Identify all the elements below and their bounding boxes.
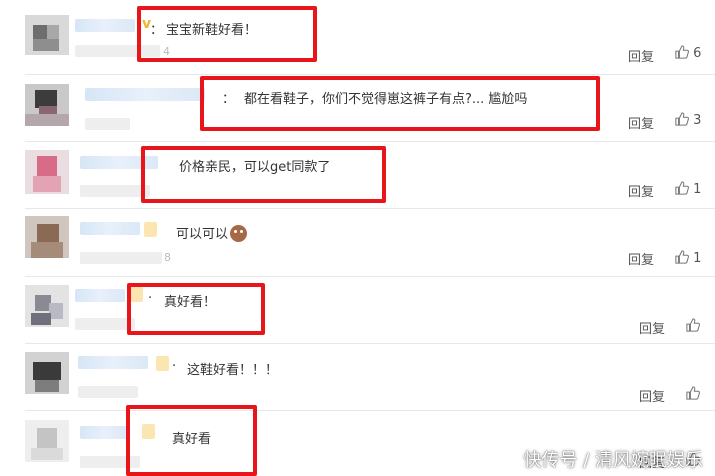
like-button[interactable]: 6 bbox=[675, 45, 701, 61]
divider bbox=[25, 343, 715, 344]
avatar[interactable] bbox=[25, 420, 69, 462]
avatar[interactable] bbox=[25, 150, 69, 194]
timestamp-blurred bbox=[80, 252, 162, 264]
avatar[interactable] bbox=[25, 216, 69, 258]
timestamp-blurred bbox=[80, 185, 150, 197]
highlight-box bbox=[126, 405, 257, 476]
username-blurred[interactable] bbox=[80, 222, 140, 235]
like-count: 1 bbox=[693, 251, 702, 266]
avatar[interactable] bbox=[25, 15, 69, 55]
reply-button[interactable]: 回复 bbox=[639, 318, 665, 337]
like-count: 1 bbox=[693, 182, 702, 197]
username-blurred[interactable] bbox=[85, 88, 205, 101]
like-button[interactable]: 1 bbox=[675, 181, 701, 197]
divider bbox=[25, 276, 715, 277]
member-badge-icon bbox=[144, 222, 157, 237]
reply-button[interactable]: 回复 bbox=[639, 386, 665, 405]
timestamp-blurred bbox=[78, 386, 138, 398]
comment-text-content: 可以可以 bbox=[176, 227, 229, 242]
thumbs-up-icon bbox=[686, 318, 700, 332]
timestamp-blurred bbox=[75, 318, 135, 330]
highlight-box bbox=[137, 6, 317, 62]
highlight-box bbox=[141, 146, 386, 203]
reply-button[interactable]: 回复 bbox=[628, 113, 654, 132]
thumbs-up-icon bbox=[675, 112, 689, 126]
highlight-box bbox=[200, 76, 600, 131]
comment-text: 这鞋好看！！！ bbox=[187, 363, 279, 378]
like-count: 6 bbox=[693, 46, 702, 61]
avatar[interactable] bbox=[25, 285, 69, 327]
reply-button[interactable]: 回复 bbox=[628, 46, 654, 65]
username-blurred[interactable] bbox=[80, 426, 128, 439]
divider bbox=[25, 141, 715, 142]
thumbs-up-icon bbox=[675, 45, 689, 59]
comment-text: 可以可以 bbox=[176, 223, 248, 242]
username-blurred[interactable] bbox=[75, 289, 125, 302]
avatar[interactable] bbox=[25, 352, 69, 394]
divider bbox=[25, 74, 715, 75]
jerry-mouse-emoji-icon bbox=[230, 225, 248, 242]
thumbs-up-icon bbox=[675, 250, 689, 264]
like-button[interactable]: 1 bbox=[675, 250, 701, 266]
timestamp-blurred bbox=[85, 118, 130, 130]
like-button[interactable] bbox=[686, 318, 700, 334]
avatar[interactable] bbox=[25, 84, 69, 126]
like-button[interactable] bbox=[686, 386, 700, 402]
thumbs-up-icon bbox=[675, 181, 689, 195]
member-badge-icon bbox=[156, 356, 169, 371]
like-button[interactable]: 3 bbox=[675, 112, 701, 128]
comment-colon: · bbox=[172, 359, 177, 374]
username-blurred[interactable] bbox=[78, 356, 148, 369]
thumbs-up-icon bbox=[686, 386, 700, 400]
timestamp-digit: 8 bbox=[164, 251, 171, 264]
highlight-box bbox=[127, 283, 265, 335]
like-count: 3 bbox=[693, 113, 702, 128]
divider bbox=[25, 208, 715, 209]
watermark: 快传号 / 清风婉眠娱乐 bbox=[523, 450, 703, 471]
reply-button[interactable]: 回复 bbox=[628, 181, 654, 200]
reply-button[interactable]: 回复 bbox=[628, 249, 654, 268]
username-blurred[interactable] bbox=[75, 19, 135, 32]
